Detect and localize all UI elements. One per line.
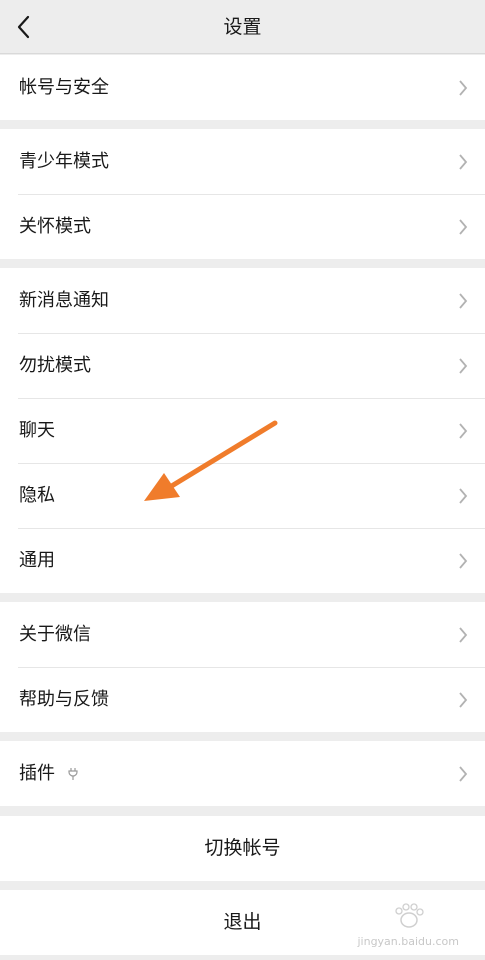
chevron-right-icon <box>459 553 468 569</box>
settings-item-label: 青少年模式 <box>19 151 109 172</box>
settings-item-teen-mode[interactable]: 青少年模式 <box>0 129 485 194</box>
chevron-right-icon <box>459 219 468 235</box>
chevron-right-icon <box>459 627 468 643</box>
settings-item-care-mode[interactable]: 关怀模式 <box>0 194 485 259</box>
chevron-right-icon <box>459 293 468 309</box>
settings-item-account-security[interactable]: 帐号与安全 <box>0 55 485 120</box>
chevron-right-icon <box>459 358 468 374</box>
settings-item-do-not-disturb[interactable]: 勿扰模式 <box>0 333 485 398</box>
switch-account-button[interactable]: 切换帐号 <box>0 816 485 881</box>
settings-item-label: 帐号与安全 <box>19 77 109 98</box>
chevron-right-icon <box>459 692 468 708</box>
page-title: 设置 <box>223 16 262 38</box>
chevron-right-icon <box>459 488 468 504</box>
chevron-right-icon <box>459 80 468 96</box>
chevron-left-icon[interactable] <box>12 13 36 41</box>
chevron-right-icon <box>459 766 468 782</box>
settings-group-account: 帐号与安全 <box>0 55 485 120</box>
settings-item-privacy[interactable]: 隐私 <box>0 463 485 528</box>
plugin-icon <box>68 768 78 780</box>
settings-item-plugins[interactable]: 插件 <box>0 741 485 806</box>
settings-item-general[interactable]: 通用 <box>0 528 485 593</box>
logout-button[interactable]: 退出 <box>0 890 485 955</box>
settings-item-chat[interactable]: 聊天 <box>0 398 485 463</box>
settings-item-label: 关怀模式 <box>19 216 91 237</box>
settings-item-label: 帮助与反馈 <box>19 689 109 710</box>
settings-group-general: 新消息通知 勿扰模式 聊天 隐私 通用 <box>0 268 485 593</box>
settings-item-label: 插件 <box>19 763 55 784</box>
settings-item-help-feedback[interactable]: 帮助与反馈 <box>0 667 485 732</box>
settings-item-label: 隐私 <box>19 485 55 506</box>
settings-item-label: 通用 <box>19 550 55 571</box>
chevron-right-icon <box>459 423 468 439</box>
chevron-right-icon <box>459 154 468 170</box>
settings-item-notifications[interactable]: 新消息通知 <box>0 268 485 333</box>
settings-item-label: 聊天 <box>19 420 55 441</box>
navigation-bar: 设置 <box>0 0 485 54</box>
settings-item-label: 新消息通知 <box>19 290 109 311</box>
settings-group-plugins: 插件 <box>0 741 485 806</box>
settings-group-about: 关于微信 帮助与反馈 <box>0 602 485 732</box>
settings-item-label: 勿扰模式 <box>19 355 91 376</box>
settings-item-label: 关于微信 <box>19 624 91 645</box>
settings-item-about-wechat[interactable]: 关于微信 <box>0 602 485 667</box>
settings-group-modes: 青少年模式 关怀模式 <box>0 129 485 259</box>
